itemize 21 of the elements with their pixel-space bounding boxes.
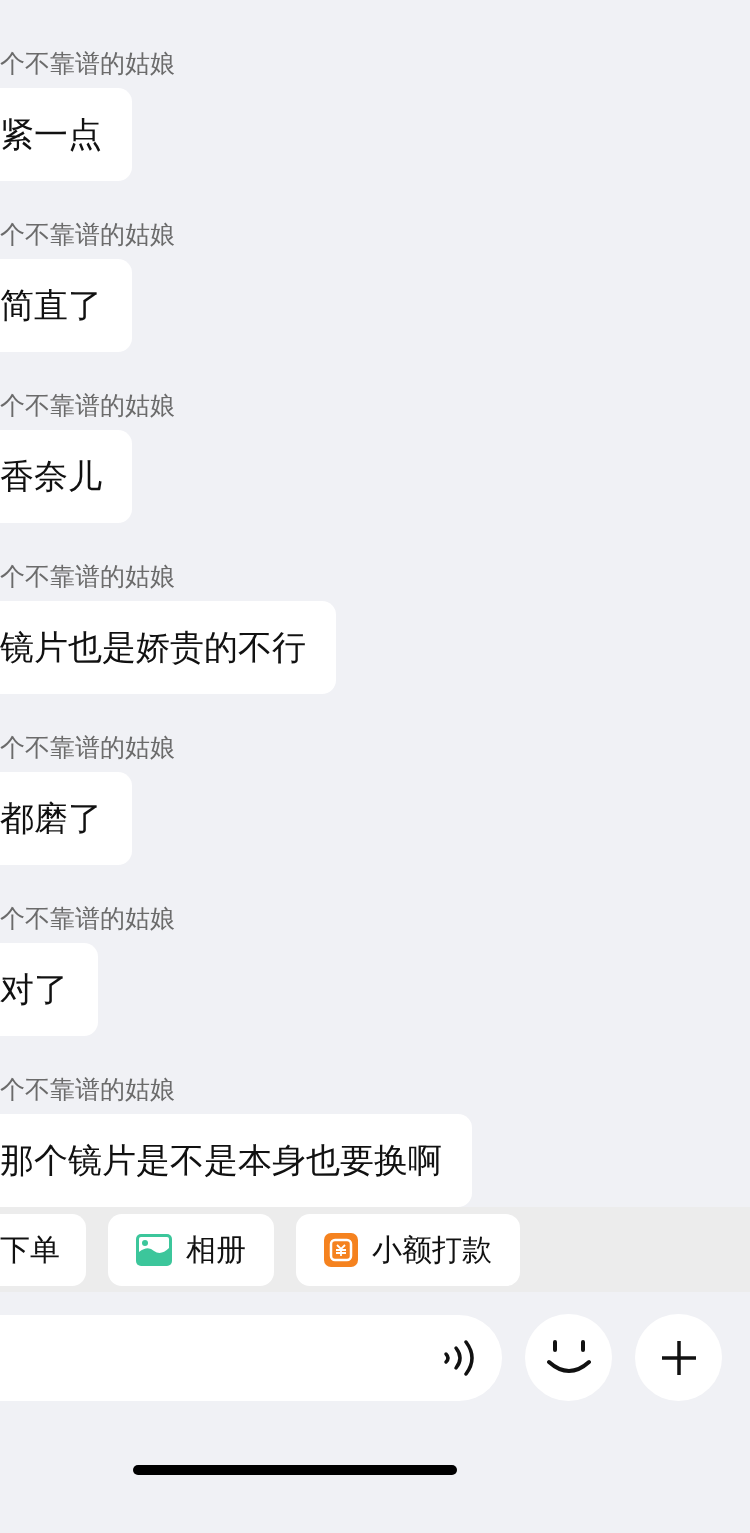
sender-name: 个不靠谱的姑娘 [0, 732, 175, 764]
payment-icon [324, 1232, 358, 1267]
message-bubble: 都磨了 [0, 772, 132, 865]
quick-action-chip[interactable]: 小额打款 [296, 1213, 520, 1286]
sender-name: 个不靠谱的姑娘 [0, 903, 175, 935]
quick-action-chip[interactable]: 相册 [108, 1213, 274, 1286]
quick-action-chip[interactable]: 下单 [0, 1213, 86, 1286]
plus-icon [659, 1338, 698, 1377]
message-bubble: 那个镜片是不是本身也要换啊 [0, 1114, 472, 1207]
sender-name: 个不靠谱的姑娘 [0, 48, 175, 80]
message-input[interactable] [0, 1314, 502, 1401]
message-bubble: 紧一点 [0, 88, 132, 181]
image-icon [136, 1233, 172, 1266]
message-bubble: 镜片也是娇贵的不行 [0, 601, 336, 694]
message-bubble: 香奈儿 [0, 430, 132, 523]
message-bubble: 简直了 [0, 259, 132, 352]
message-bubble: 对了 [0, 943, 98, 1036]
sender-name: 个不靠谱的姑娘 [0, 219, 175, 251]
sender-name: 个不靠谱的姑娘 [0, 561, 175, 593]
sender-name: 个不靠谱的姑娘 [0, 1074, 175, 1106]
sender-name: 个不靠谱的姑娘 [0, 390, 175, 422]
